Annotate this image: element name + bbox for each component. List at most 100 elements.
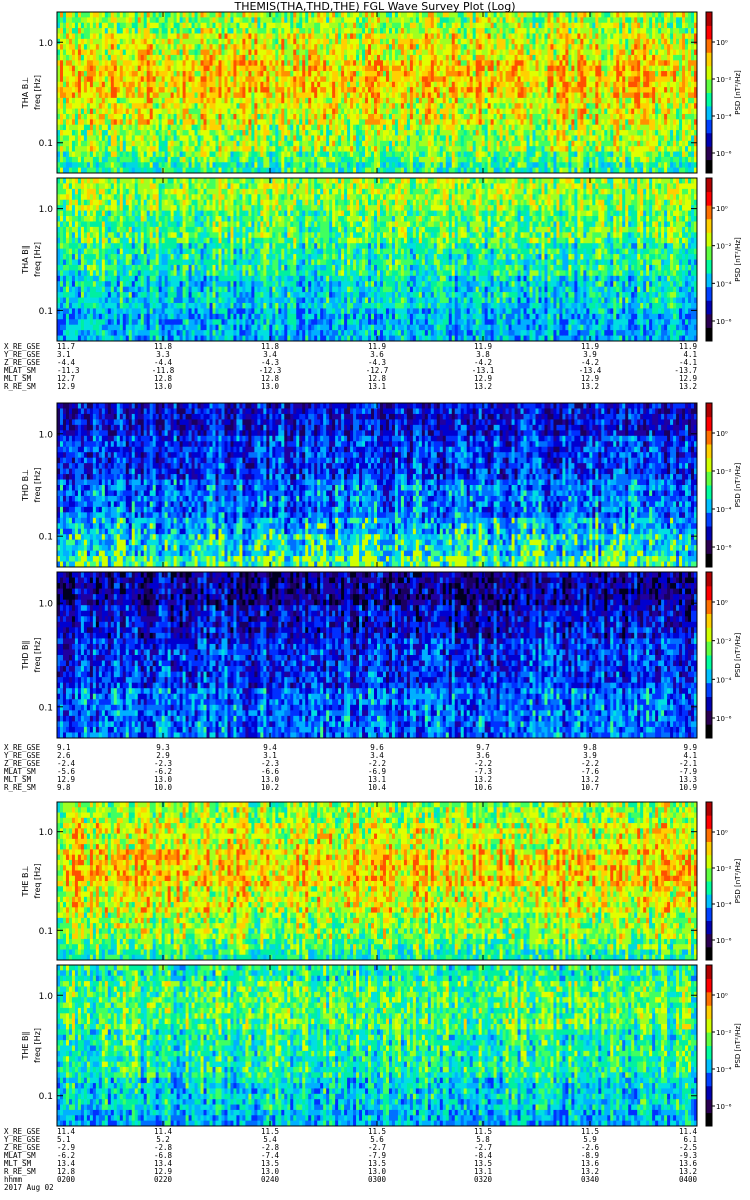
colorbar-segment [706,881,712,895]
colorbar-segment [706,627,712,641]
colorbar-segment [706,697,712,711]
wave-survey-plot: THEMIS(THA,THD,THE) FGL Wave Survey Plot… [0,0,750,1200]
ephemeris-value: 0320 [474,1175,493,1184]
y-axis-label-freq: freq [Hz] [33,864,42,899]
colorbar-tick-label: 10⁻⁴ [716,901,732,909]
colorbar-tick-label: 10⁻⁶ [716,318,732,326]
y-tick-label: 0.1 [39,139,53,149]
y-tick-label: 0.1 [39,927,53,937]
ephemeris-value: 13.0 [154,382,173,391]
ephemeris-value: 9.8 [57,783,71,792]
colorbar-segment [706,512,712,526]
y-axis-label-freq: freq [Hz] [33,638,42,673]
ephemeris-value: 10.0 [154,783,173,792]
y-axis-label-probe: THA B⊥ [21,77,30,109]
colorbar-segment [706,1059,712,1073]
colorbar-segment [706,106,712,120]
colorbar-tick-label: 10⁰ [716,39,728,47]
colorbar-tick-label: 10⁻² [716,76,732,84]
colorbar-segment [706,219,712,233]
colorbar-segment [706,39,712,53]
colorbar-tick-label: 10⁻⁴ [716,676,732,684]
colorbar-segment [706,192,712,206]
colorbar-segment [706,868,712,882]
colorbar-tick-label: 10⁻⁴ [716,506,732,514]
date-label: 2017 Aug 02 [4,1183,54,1192]
ephemeris-value: 0400 [679,1175,698,1184]
spectrogram-panel-the-bpar: 1.00.1THE B∥ freq [Hz]10⁰10⁻²10⁻⁴10⁻⁶PSD … [21,965,742,1127]
colorbar-segment [706,327,712,341]
colorbar-segment [706,417,712,431]
colorbar-segment [706,246,712,260]
y-axis-label-probe: THE B∥ [21,1032,30,1061]
colorbar-segment [706,287,712,301]
spectrogram-panel-thd-bperp: 1.00.1THD B⊥ freq [Hz]10⁰10⁻²10⁻⁴10⁻⁶PSD … [21,403,742,568]
colorbar-tick-label: 10⁰ [716,205,728,213]
ephemeris-value: 10.2 [261,783,279,792]
ephemeris-value: 10.7 [581,783,599,792]
ephemeris-the: X_RE_GSE 11.4 11.4 11.5 11.5 11.5 11.5 11.4Y_RE… [4,1127,697,1192]
colorbar: 10⁰10⁻²10⁻⁴10⁻⁶PSD [nT²/Hz] [706,965,742,1127]
colorbar-segment [706,1046,712,1060]
colorbar-segment [706,444,712,458]
ephemeris-value: 10.6 [474,783,493,792]
colorbar-segment [706,586,712,600]
colorbar-segment [706,683,712,697]
colorbar-label: PSD [nT²/Hz] [734,462,742,507]
colorbar-segment [706,146,712,160]
colorbar-tick-label: 10⁻² [716,468,732,476]
y-axis-label-freq: freq [Hz] [33,242,42,277]
colorbar-segment [706,828,712,842]
ephemeris-row-label: R_RE_SM [4,382,36,391]
colorbar-segment [706,965,712,979]
colorbar-segment [706,710,712,724]
colorbar-segment [706,403,712,417]
ephemeris-value: 0200 [57,1175,76,1184]
spectrogram-cells [57,802,697,960]
spectrogram-panel-tha-bpar: 1.00.1THA B∥ freq [Hz]10⁰10⁻²10⁻⁴10⁻⁶PSD … [21,178,742,342]
colorbar: 10⁰ 10⁻² 10⁻⁴ 10⁻⁶ PSD [nT²/Hz] [706,403,742,568]
colorbar: 10⁰10⁻²10⁻⁴10⁻⁶PSD [nT²/Hz] [706,802,742,961]
ephemeris-value: 0240 [261,1175,280,1184]
colorbar-segment [706,273,712,287]
colorbar: 10⁰10⁻²10⁻⁴10⁻⁶PSD [nT²/Hz] [706,12,742,174]
colorbar-segment [706,992,712,1006]
colorbar-segment [706,947,712,961]
colorbar-segment [706,1113,712,1127]
colorbar-label: PSD [nT²/Hz] [734,237,742,282]
colorbar-segment [706,1005,712,1019]
colorbar-segment [706,572,712,586]
colorbar-segment [706,724,712,738]
colorbar-tick-label: 10⁻⁶ [716,544,732,552]
colorbar-segment [706,12,712,26]
y-axis-label-probe: THD B⊥ [21,469,30,502]
colorbar-segment [706,314,712,328]
colorbar-segment [706,641,712,655]
y-axis-label-probe: THE B⊥ [21,865,30,897]
spectrogram-panel-the-bperp: 1.00.1THE B⊥ freq [Hz]10⁰10⁻²10⁻⁴10⁻⁶PSD … [21,802,742,961]
ephemeris-row-label: R_RE_SM [4,783,36,792]
colorbar-tick-label: 10⁻² [716,1029,732,1037]
colorbar-segment [706,232,712,246]
colorbar-segment [706,842,712,856]
colorbar-tick-label: 10⁰ [716,992,728,1000]
y-tick-label: 0.1 [39,703,53,713]
spectrogram-cells [57,403,697,567]
y-tick-label: 1.0 [39,205,54,215]
colorbar-tick-label: 10⁻⁴ [716,1066,732,1074]
colorbar-segment [706,66,712,80]
y-tick-label: 0.1 [39,533,53,543]
colorbar-tick-label: 10⁻² [716,243,732,251]
colorbar-tick-label: 10⁻² [716,638,732,646]
ephemeris-thd: X_RE_GSE 9.1 9.3 9.4 9.6 9.7 9.8 9.9Y_RE_GSE 2.6… [4,743,697,792]
colorbar-segment [706,907,712,921]
colorbar-segment [706,1099,712,1113]
ephemeris-value: 0220 [154,1175,173,1184]
ephemeris-value: 13.0 [261,382,280,391]
ephemeris-value: 13.1 [368,382,386,391]
colorbar-segment [706,1072,712,1086]
colorbar-tick-label: 10⁰ [716,430,728,438]
colorbar-segment [706,1032,712,1046]
colorbar-segment [706,669,712,683]
colorbar-segment [706,978,712,992]
